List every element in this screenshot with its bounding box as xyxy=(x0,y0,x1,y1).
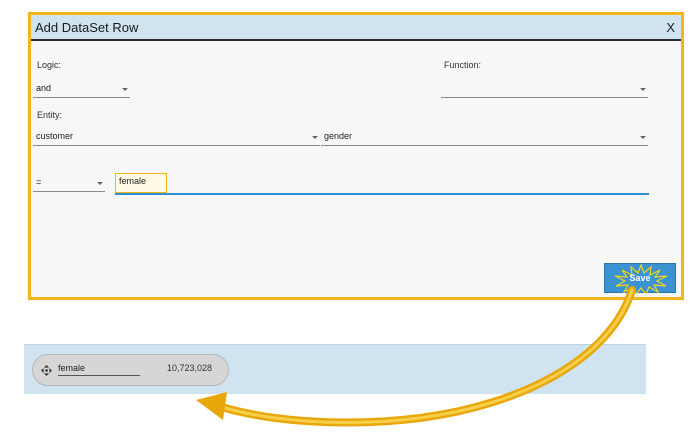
result-bar: female 10,723,028 xyxy=(24,344,646,394)
operator-select[interactable]: = xyxy=(33,176,105,192)
close-button[interactable]: X xyxy=(666,20,675,35)
entity-select[interactable]: customer xyxy=(33,130,320,146)
add-dataset-row-dialog: Add DataSet Row X Logic: and Function: E… xyxy=(28,12,684,300)
result-item-label: female xyxy=(58,363,140,376)
condition-value-input[interactable]: female xyxy=(115,173,649,195)
operator-select-value: = xyxy=(36,177,42,187)
entity-select-value: customer xyxy=(36,131,74,141)
chevron-down-icon xyxy=(97,182,103,185)
chevron-down-icon xyxy=(122,88,128,91)
save-button-highlight: Save xyxy=(604,263,676,294)
condition-value-chip: female xyxy=(115,173,167,193)
function-select[interactable] xyxy=(441,82,648,98)
save-button-label: Save xyxy=(629,273,651,283)
logic-select[interactable]: and xyxy=(33,82,130,98)
attribute-select[interactable]: gender xyxy=(321,130,648,146)
entity-label: Entity: xyxy=(37,110,63,120)
logic-label: Logic: xyxy=(37,60,62,70)
dialog-header: Add DataSet Row X xyxy=(31,15,681,41)
attribute-select-value: gender xyxy=(324,131,353,141)
move-icon[interactable] xyxy=(41,365,52,376)
result-item-count: 10,723,028 xyxy=(167,363,213,373)
dialog-title: Add DataSet Row xyxy=(35,20,139,35)
logic-select-value: and xyxy=(36,83,52,93)
function-label: Function: xyxy=(444,60,482,70)
chevron-down-icon xyxy=(312,136,318,139)
chevron-down-icon xyxy=(640,88,646,91)
chevron-down-icon xyxy=(640,136,646,139)
result-item[interactable]: female 10,723,028 xyxy=(32,354,229,386)
save-button[interactable]: Save xyxy=(604,263,676,294)
